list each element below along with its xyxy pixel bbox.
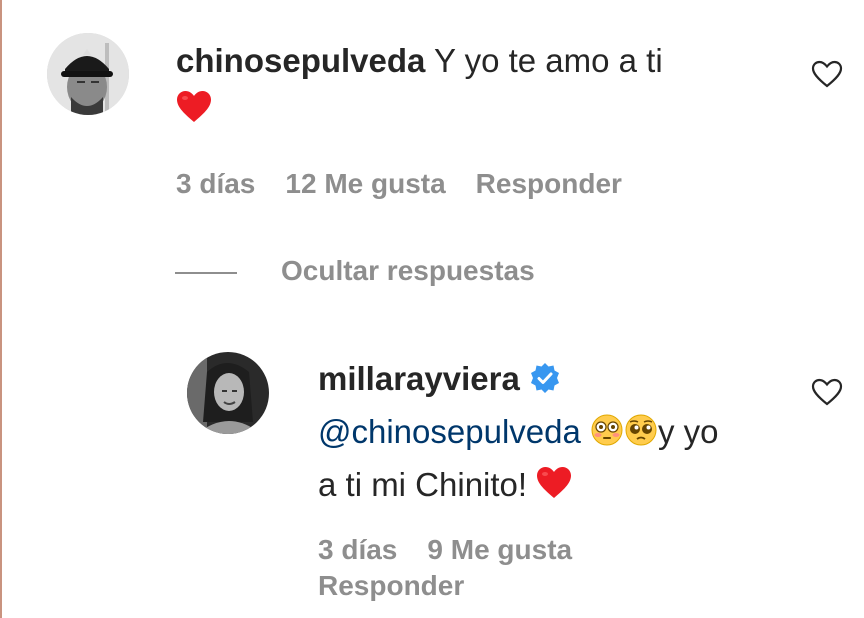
comment-reply-button[interactable]: Responder [476, 168, 622, 199]
window-edge [0, 0, 2, 618]
like-comment-heart-icon[interactable] [811, 60, 843, 88]
reply-meta: 3 días 9 Me gusta [318, 534, 602, 566]
comment-meta: 3 días 12 Me gusta Responder [176, 168, 652, 200]
replies-divider [175, 272, 237, 274]
red-heart-icon [536, 464, 572, 513]
reply-reply-button[interactable]: Responder [318, 570, 464, 602]
comment-likes[interactable]: 12 Me gusta [285, 168, 445, 199]
reply-username[interactable]: millarayviera [318, 360, 520, 397]
pleading-face-icon [624, 411, 658, 460]
reply-mention-link[interactable]: @chinosepulveda [318, 413, 581, 450]
reply-body: millarayviera @chinosepulveda y yo a ti … [318, 354, 788, 513]
verified-badge-icon [529, 358, 561, 407]
reply-time[interactable]: 3 días [318, 534, 397, 565]
flushed-face-icon [590, 411, 624, 460]
comment-body: chinosepulveda Y yo te amo a ti [176, 37, 776, 137]
avatar-chinosepulveda[interactable] [47, 33, 129, 115]
comment-text: Y yo te amo a ti [433, 42, 663, 79]
red-heart-icon [176, 89, 212, 137]
avatar-millarayviera[interactable] [187, 352, 269, 434]
reply-likes[interactable]: 9 Me gusta [427, 534, 572, 565]
comment-username[interactable]: chinosepulveda [176, 42, 425, 79]
reply-text-1: y yo [658, 413, 719, 450]
reply-text-2: a ti mi Chinito! [318, 466, 528, 503]
like-reply-heart-icon[interactable] [811, 378, 843, 406]
comment-time[interactable]: 3 días [176, 168, 255, 199]
hide-replies-button[interactable]: Ocultar respuestas [281, 255, 535, 287]
